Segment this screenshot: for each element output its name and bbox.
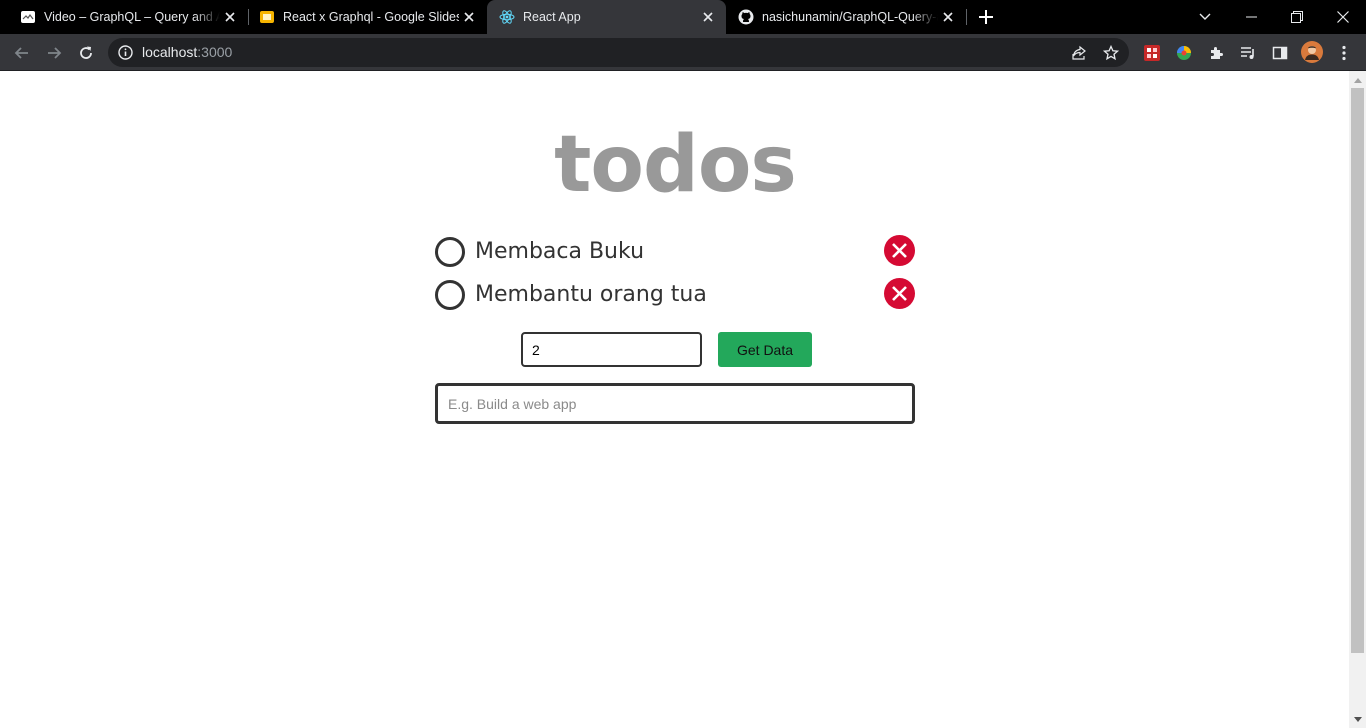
back-arrow-icon[interactable] bbox=[8, 39, 36, 67]
extension-colorful-icon[interactable] bbox=[1174, 43, 1194, 63]
url-port: :3000 bbox=[197, 44, 233, 60]
bookmark-star-icon[interactable] bbox=[1102, 44, 1120, 62]
close-tab-icon[interactable] bbox=[940, 9, 956, 25]
todo-toggle-checkbox[interactable] bbox=[435, 280, 465, 310]
url-host: localhost bbox=[142, 44, 198, 60]
todo-item: Membantu orang tua bbox=[435, 278, 915, 312]
profile-avatar[interactable] bbox=[1300, 40, 1324, 64]
side-panel-icon[interactable] bbox=[1270, 43, 1290, 63]
close-window-icon[interactable] bbox=[1320, 0, 1366, 34]
todo-id-input[interactable] bbox=[521, 332, 702, 367]
todo-text: Membaca Buku bbox=[475, 239, 645, 264]
close-icon bbox=[892, 243, 907, 258]
tab-react-app[interactable]: React App bbox=[487, 0, 726, 34]
address-url: localhost:3000 bbox=[142, 38, 232, 67]
restore-window-icon[interactable] bbox=[1274, 0, 1320, 34]
scroll-down-arrow-icon[interactable] bbox=[1349, 711, 1366, 728]
scrollbar-thumb[interactable] bbox=[1351, 88, 1364, 653]
page-title: todos bbox=[554, 120, 797, 210]
google-slides-icon bbox=[259, 9, 275, 25]
new-tab-plus-icon[interactable] bbox=[976, 7, 996, 27]
close-tab-icon[interactable] bbox=[700, 9, 716, 25]
tab-video-graphql[interactable]: Video – GraphQL – Query and Ap bbox=[8, 0, 249, 34]
browser-toolbar: localhost:3000 bbox=[0, 34, 1366, 71]
new-todo-input[interactable] bbox=[435, 383, 915, 424]
tab-search-chevron-down-icon[interactable] bbox=[1182, 0, 1228, 34]
tab-title: Video – GraphQL – Query and Ap bbox=[44, 10, 220, 24]
delete-todo-button[interactable] bbox=[884, 235, 915, 266]
reload-icon[interactable] bbox=[72, 39, 100, 67]
tab-strip: Video – GraphQL – Query and Ap React x G… bbox=[0, 0, 1366, 34]
get-data-button[interactable]: Get Data bbox=[718, 332, 812, 367]
todo-toggle-checkbox[interactable] bbox=[435, 237, 465, 267]
address-bar[interactable]: localhost:3000 bbox=[108, 38, 1129, 67]
close-tab-icon[interactable] bbox=[222, 9, 238, 25]
tab-title: React x Graphql - Google Slides bbox=[283, 10, 459, 24]
delete-todo-button[interactable] bbox=[884, 278, 915, 309]
extension-red-icon[interactable] bbox=[1142, 43, 1162, 63]
more-menu-icon[interactable] bbox=[1334, 43, 1354, 63]
close-tab-icon[interactable] bbox=[461, 9, 477, 25]
close-icon bbox=[892, 286, 907, 301]
forward-arrow-icon[interactable] bbox=[40, 39, 68, 67]
tab-separator bbox=[966, 9, 967, 25]
video-favicon-icon bbox=[20, 9, 36, 25]
scroll-up-arrow-icon[interactable] bbox=[1349, 72, 1366, 89]
extensions-puzzle-icon[interactable] bbox=[1206, 43, 1226, 63]
site-info-icon[interactable] bbox=[118, 45, 133, 60]
tab-title: nasichunamin/GraphQL-Query-a bbox=[762, 10, 938, 24]
react-icon bbox=[499, 9, 515, 25]
todo-item: Membaca Buku bbox=[435, 235, 915, 269]
media-queue-icon[interactable] bbox=[1238, 43, 1258, 63]
minimize-icon[interactable] bbox=[1228, 0, 1274, 34]
tab-title: React App bbox=[523, 10, 581, 24]
todo-text: Membantu orang tua bbox=[475, 282, 707, 307]
tab-google-slides[interactable]: React x Graphql - Google Slides bbox=[247, 0, 487, 34]
github-icon bbox=[738, 9, 754, 25]
tab-github[interactable]: nasichunamin/GraphQL-Query-a bbox=[726, 0, 967, 34]
share-icon[interactable] bbox=[1070, 44, 1088, 62]
